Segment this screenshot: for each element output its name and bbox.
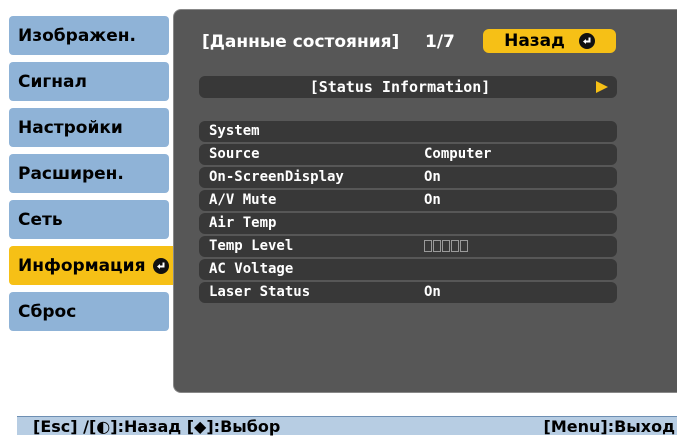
info-row-ac-voltage: AC Voltage (199, 259, 617, 280)
temp-level-indicator (424, 240, 468, 252)
info-row-source: Source Computer (199, 144, 617, 165)
row-label: Air Temp (209, 215, 277, 231)
row-label: Laser Status (209, 284, 311, 300)
page-title: [Данные состояния] (202, 32, 400, 52)
help-hints-left: [Esc] /[◐]:Назад [◆]:Выбор (33, 417, 281, 436)
temp-level-segment (460, 240, 468, 252)
menu-item-label: Настройки (18, 117, 123, 138)
row-value: On (424, 169, 441, 185)
row-label: System (209, 123, 260, 139)
temp-level-segment (433, 240, 441, 252)
info-row-temp-level: Temp Level (199, 236, 617, 257)
row-label: Temp Level (209, 238, 294, 254)
menu-item-label: Изображен. (18, 25, 136, 46)
info-row-air-temp: Air Temp (199, 213, 617, 234)
row-label: AC Voltage (209, 261, 294, 277)
menu-item-reset[interactable]: Сброс (9, 292, 169, 331)
temp-level-segment (424, 240, 432, 252)
menu-item-signal[interactable]: Сигнал (9, 62, 169, 101)
menu-item-label: Сеть (18, 209, 63, 230)
info-panel: [Данные состояния] 1/7 Назад [Status Inf… (173, 9, 677, 393)
row-value: On (424, 284, 441, 300)
temp-level-segment (442, 240, 450, 252)
menu-item-label: Информация (18, 255, 146, 276)
menu-item-extended[interactable]: Расширен. (9, 154, 169, 193)
info-row-av-mute: A/V Mute On (199, 190, 617, 211)
temp-level-segment (451, 240, 459, 252)
menu-item-image[interactable]: Изображен. (9, 16, 169, 55)
back-button[interactable]: Назад (483, 29, 616, 53)
enter-icon (153, 257, 170, 274)
row-label: Source (209, 146, 260, 162)
help-bar: [Esc] /[◐]:Назад [◆]:Выбор [Menu]:Выход (17, 416, 677, 436)
section-title: [Status Information] (309, 78, 491, 96)
menu-item-info[interactable]: Информация (9, 246, 185, 285)
info-row-osd: On-ScreenDisplay On (199, 167, 617, 188)
row-value: Computer (424, 146, 492, 162)
menu-item-label: Сигнал (18, 71, 87, 92)
row-value: On (424, 192, 441, 208)
projector-menu-screen: Изображен. Сигнал Настройки Расширен. Се… (0, 0, 677, 436)
info-row-laser-status: Laser Status On (199, 282, 617, 303)
menu-item-label: Расширен. (18, 163, 124, 184)
next-page-icon[interactable] (595, 81, 609, 93)
row-label: On-ScreenDisplay (209, 169, 344, 185)
help-hint-exit: [Menu]:Выход (543, 417, 675, 436)
menu-item-settings[interactable]: Настройки (9, 108, 169, 147)
info-row-system: System (199, 121, 617, 142)
menu-item-network[interactable]: Сеть (9, 200, 169, 239)
section-header[interactable]: [Status Information] (199, 76, 617, 98)
back-button-label: Назад (504, 31, 565, 51)
page-counter: 1/7 (425, 32, 455, 52)
row-label: A/V Mute (209, 192, 277, 208)
enter-icon (578, 33, 595, 49)
menu-item-label: Сброс (18, 301, 77, 322)
